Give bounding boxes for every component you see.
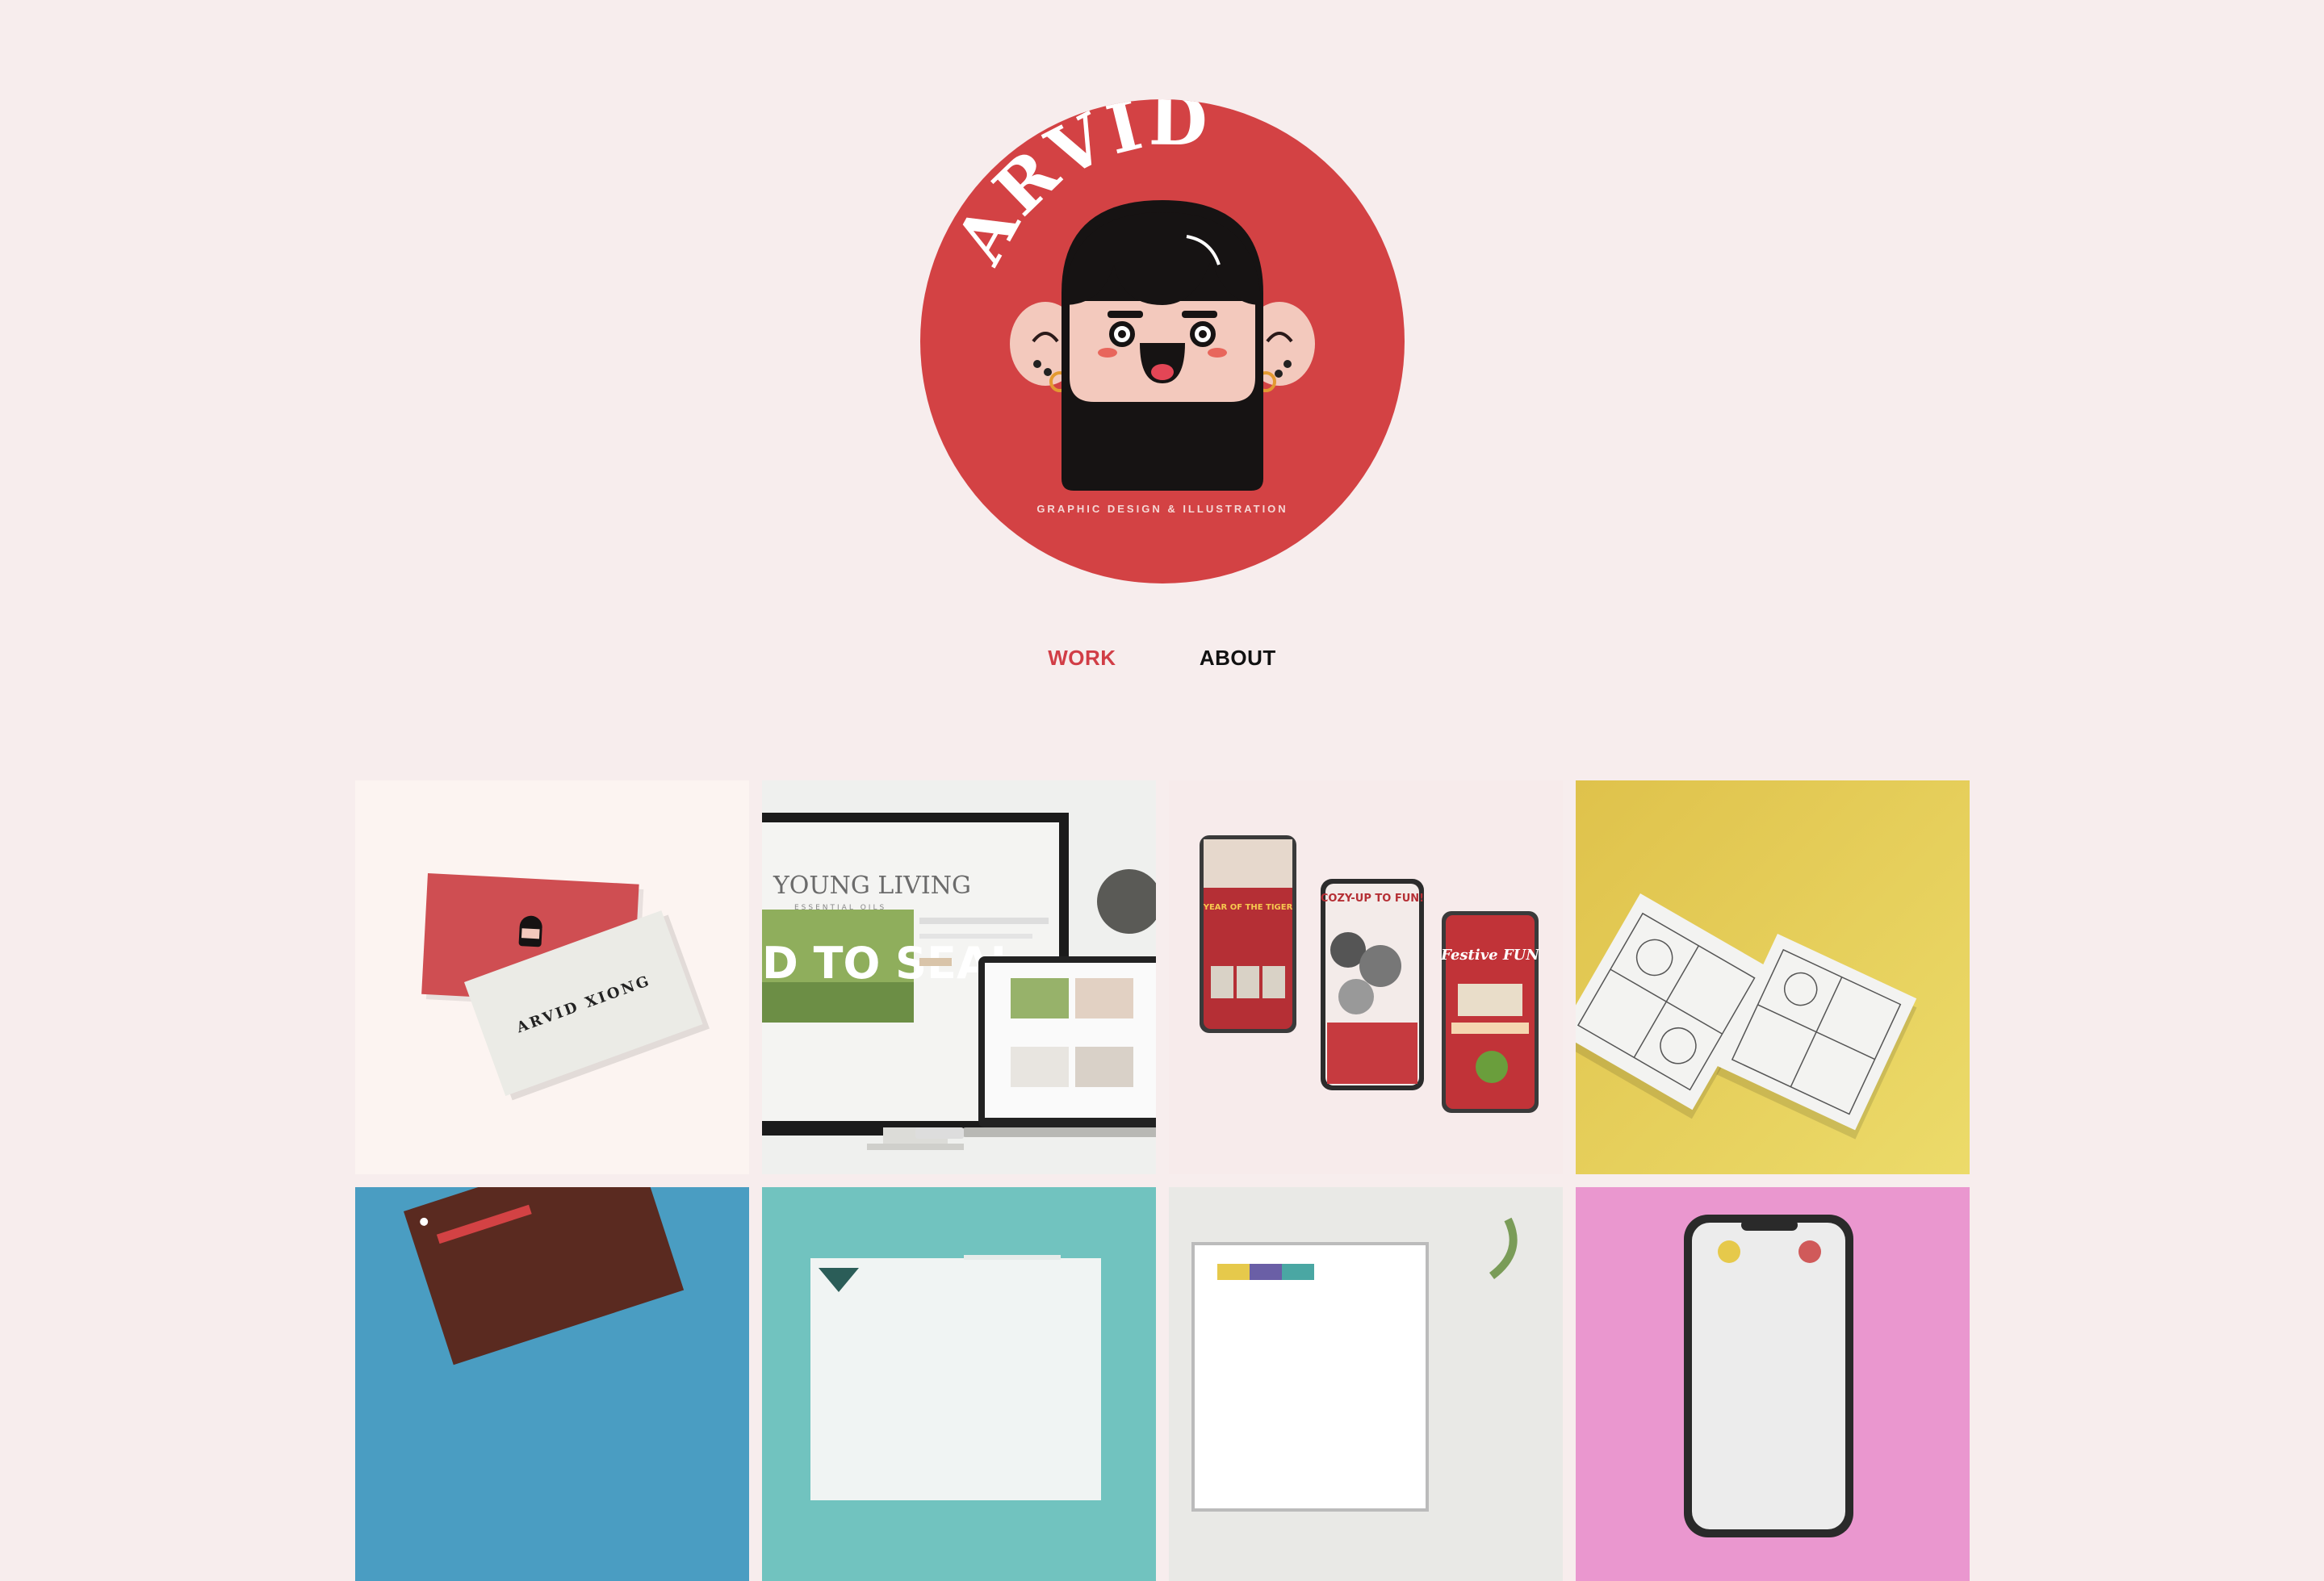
brand-logo[interactable]: ARVID GRAPHIC DESIGN & ILLUSTRATION [920,99,1405,583]
nav-about-link[interactable]: ABOUT [1200,646,1276,671]
project-tile-coloring-sheets[interactable] [1576,780,1970,1174]
project-tile-6[interactable] [762,1187,1156,1581]
project-tile-business-cards[interactable]: ARVID XIONG [355,780,749,1174]
brand-tagline: GRAPHIC DESIGN & ILLUSTRATION [1036,503,1288,515]
ad2-headline: COZY-UP TO FUN! [1321,893,1424,905]
nav-work-link[interactable]: WORK [1048,646,1116,671]
ad1-headline: YEAR OF THE TIGER [1203,903,1293,912]
project-tile-young-living[interactable]: YOUNG LIVING ESSENTIAL OILS D TO SEAL [762,780,1156,1174]
project-tile-5[interactable] [355,1187,749,1581]
project-tile-7[interactable] [1169,1187,1563,1581]
project-tile-8[interactable] [1576,1187,1970,1581]
main-nav: WORK ABOUT [0,646,2324,671]
yl-brand-text: YOUNG LIVING [773,872,971,900]
project-tile-holiday-ads[interactable]: YEAR OF THE TIGER COZY-UP TO FUN! Festiv… [1169,780,1563,1174]
ad3-headline: Festive FUN [1440,947,1540,964]
